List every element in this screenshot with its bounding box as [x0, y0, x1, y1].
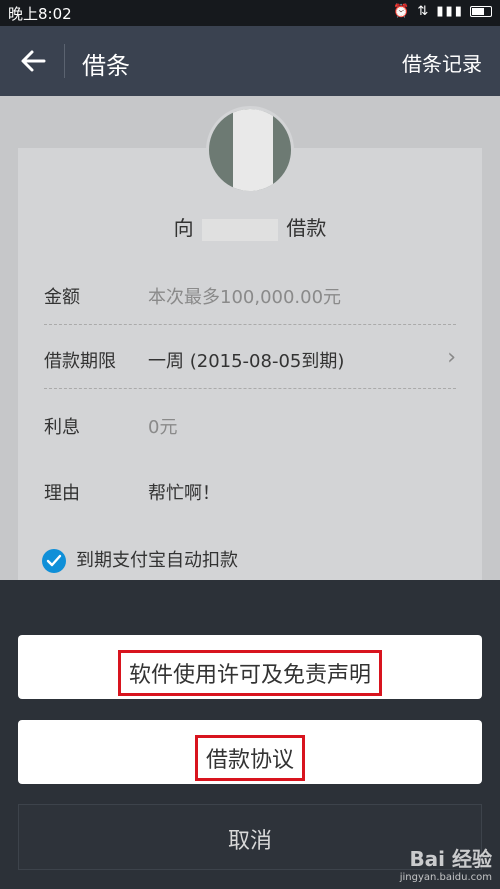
status-icons: ⏰ ⇅ ▮▮▮ — [393, 4, 492, 19]
term-label: 借款期限 — [44, 351, 116, 372]
loan-agreement-button[interactable]: 借款协议 — [18, 720, 482, 784]
status-icon-group: ⏰ ⇅ ▮▮▮ — [393, 4, 470, 19]
interest-value: 0元 — [148, 417, 178, 438]
reason-input[interactable]: 帮忙啊！ — [148, 479, 220, 505]
lender-suffix: 借款 — [286, 216, 327, 240]
appbar-divider — [64, 44, 65, 78]
autopay-checkbox-row[interactable]: 到期支付宝自动扣款 — [42, 546, 238, 573]
amount-input[interactable]: 本次最多100,000.00元 — [148, 283, 341, 309]
license-disclaimer-button[interactable]: 软件使用许可及免责声明 — [18, 635, 482, 699]
avatar-mask — [233, 109, 273, 191]
app-bar: 借条 借条记录 — [0, 26, 500, 96]
back-arrow-icon[interactable] — [18, 46, 48, 76]
divider — [44, 324, 456, 325]
amount-label: 金额 — [44, 287, 80, 308]
watermark-brand: Bai 经验 — [409, 847, 492, 871]
lender-line: 向 借款 — [0, 212, 500, 241]
lender-name-mask — [202, 218, 278, 241]
watermark-url: jingyan.baidu.com — [399, 872, 492, 883]
loan-agreement-label: 借款协议 — [194, 735, 305, 781]
reason-label: 理由 — [44, 483, 80, 504]
watermark: Bai 经验 jingyan.baidu.com — [400, 843, 492, 883]
status-bar: 晚上8:02 ⏰ ⇅ ▮▮▮ — [0, 0, 500, 26]
battery-icon — [470, 6, 492, 17]
license-disclaimer-label: 软件使用许可及免责声明 — [117, 650, 382, 696]
check-icon[interactable] — [42, 549, 66, 573]
status-time: 晚上8:02 — [8, 5, 72, 23]
chevron-right-icon: › — [447, 345, 456, 370]
interest-label: 利息 — [44, 417, 80, 438]
avatar — [206, 106, 294, 194]
page-title: 借条 — [82, 52, 130, 80]
lender-prefix: 向 — [173, 216, 194, 240]
autopay-label: 到期支付宝自动扣款 — [76, 550, 238, 571]
divider — [44, 388, 456, 389]
loan-records-button[interactable]: 借条记录 — [402, 48, 482, 77]
term-value: 一周 (2015-08-05到期) — [148, 351, 345, 372]
